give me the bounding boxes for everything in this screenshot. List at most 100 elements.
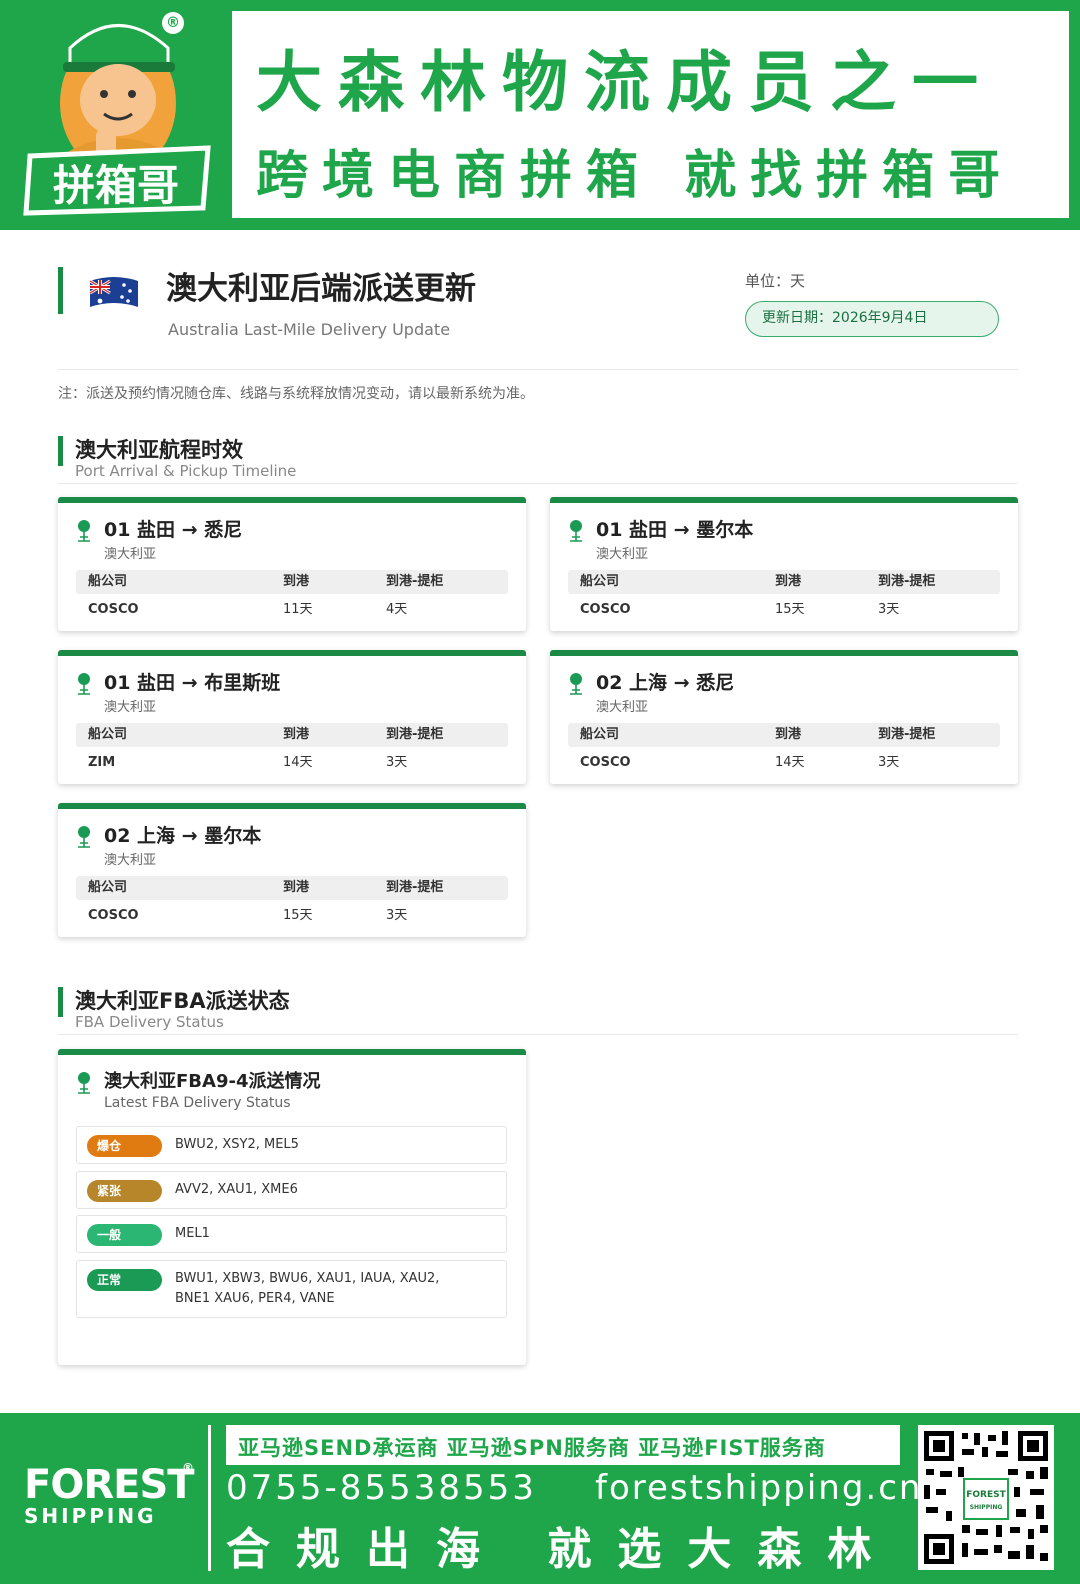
route-title: 01 盐田 → 悉尼 (104, 519, 243, 541)
cell-arrival: 11天 (283, 602, 313, 617)
warehouse-codes: BWU1, XBW3, BWU6, XAU1, IAUA, XAU2, BNE1… (175, 1271, 440, 1306)
table-row: COSCO 15天 3天 (76, 904, 508, 930)
section-title-timeline: 澳大利亚航程时效 (75, 438, 243, 462)
logo-registered-mark: ® (182, 1461, 194, 1475)
footer-separator (208, 1425, 211, 1571)
footer-slogan: 合规出海 就选大森林 (226, 1524, 898, 1575)
header-pickup: 到港-提柜 (386, 727, 444, 742)
divider (58, 483, 1018, 484)
header-carrier: 船公司 (580, 574, 620, 589)
logo-forest-text: FOREST (24, 1462, 195, 1508)
unit-label: 单位：天 (745, 272, 806, 290)
header-pickup: 到港-提柜 (386, 574, 444, 589)
section-subtitle-fba: FBA Delivery Status (75, 1013, 224, 1031)
route-country: 澳大利亚 (596, 547, 649, 562)
location-pin-icon (570, 520, 582, 542)
mascot-logo-icon: 拼箱哥 (23, 24, 211, 216)
warehouse-codes: BWU2, XSY2, MEL5 (175, 1137, 299, 1152)
fba-card-subtitle: Latest FBA Delivery Status (104, 1095, 291, 1111)
route-card: 01 盐田 → 布里斯班 澳大利亚 船公司 到港 到港-提柜 ZIM 14天 3… (58, 650, 526, 784)
table-header: 船公司 到港 到港-提柜 (76, 876, 508, 900)
route-country: 澳大利亚 (596, 700, 649, 715)
fba-card-title: 澳大利亚FBA9-4派送情况 (104, 1071, 321, 1092)
page-title: 澳大利亚后端派送更新 (166, 271, 476, 307)
section-accent-bar (58, 987, 63, 1017)
banner-panel: 大森林物流成员之一 跨境电商拼箱 就找拼箱哥 (228, 7, 1073, 222)
phone-number[interactable]: 0755-85538553 (226, 1468, 537, 1508)
services-text: 亚马逊SEND承运商 亚马逊SPN服务商 亚马逊FIST服务商 (238, 1436, 826, 1460)
section-subtitle-timeline: Port Arrival & Pickup Timeline (75, 462, 297, 480)
cell-pickup: 3天 (878, 602, 900, 617)
status-badge: 一般 (87, 1224, 162, 1246)
header-arrival: 到港 (283, 727, 310, 742)
svg-text:SHIPPING: SHIPPING (970, 1504, 1003, 1511)
qr-code-icon[interactable]: FOREST SHIPPING (918, 1425, 1054, 1570)
header-arrival: 到港 (775, 727, 802, 742)
header-arrival: 到港 (283, 574, 310, 589)
top-banner: 拼箱哥 ® 大森林物流成员之一 跨境电商拼箱 就找拼箱哥 (0, 0, 1080, 230)
cell-arrival: 15天 (775, 602, 805, 617)
services-banner: 亚马逊SEND承运商 亚马逊SPN服务商 亚马逊FIST服务商 (226, 1425, 900, 1465)
route-card: 02 上海 → 墨尔本 澳大利亚 船公司 到港 到港-提柜 COSCO 15天 … (58, 803, 526, 937)
title-accent-bar (58, 267, 63, 314)
route-title: 02 上海 → 悉尼 (596, 672, 735, 694)
header-arrival: 到港 (283, 880, 310, 895)
website-link[interactable]: forestshipping.cn (595, 1468, 922, 1508)
cell-pickup: 3天 (386, 908, 408, 923)
section-title-fba: 澳大利亚FBA派送状态 (75, 989, 290, 1013)
route-country: 澳大利亚 (104, 853, 157, 868)
table-header: 船公司 到港 到港-提柜 (76, 570, 508, 594)
australia-flag-icon (89, 277, 138, 307)
route-card: 02 上海 → 悉尼 澳大利亚 船公司 到港 到港-提柜 COSCO 14天 3… (550, 650, 1018, 784)
banner-headline: 大森林物流成员之一 (256, 44, 994, 121)
update-date-badge: 更新日期：2026年9月4日 (745, 301, 999, 337)
location-pin-icon (78, 1072, 90, 1094)
registered-mark: ® (162, 12, 184, 34)
cell-pickup: 3天 (878, 755, 900, 770)
location-pin-icon (78, 826, 90, 848)
fba-status-row: 紧张 AVV2, XAU1, XME6 (76, 1171, 507, 1209)
route-card: 01 盐田 → 悉尼 澳大利亚 船公司 到港 到港-提柜 COSCO 11天 4… (58, 497, 526, 631)
cell-pickup: 4天 (386, 602, 408, 617)
status-badge: 正常 (87, 1269, 162, 1291)
cell-arrival: 14天 (283, 755, 313, 770)
table-row: COSCO 14天 3天 (568, 751, 1000, 777)
location-pin-icon (78, 673, 90, 695)
fba-status-row: 爆仓 BWU2, XSY2, MEL5 (76, 1126, 507, 1164)
page-subtitle: Australia Last-Mile Delivery Update (168, 320, 451, 339)
route-title: 02 上海 → 墨尔本 (104, 825, 262, 847)
location-pin-icon (78, 520, 90, 542)
disclaimer-note: 注：派送及预约情况随仓库、线路与系统释放情况变动，请以最新系统为准。 (58, 386, 534, 402)
svg-text:拼箱哥: 拼箱哥 (53, 161, 179, 210)
route-title: 01 盐田 → 布里斯班 (104, 672, 281, 694)
fba-status-row: 正常 BWU1, XBW3, BWU6, XAU1, IAUA, XAU2, B… (76, 1260, 507, 1318)
route-country: 澳大利亚 (104, 700, 157, 715)
cell-arrival: 15天 (283, 908, 313, 923)
cell-carrier: COSCO (88, 602, 139, 617)
cell-carrier: ZIM (88, 755, 116, 770)
status-badge: 爆仓 (87, 1135, 162, 1157)
banner-tagline: 跨境电商拼箱 就找拼箱哥 (256, 146, 1015, 206)
route-country: 澳大利亚 (104, 547, 157, 562)
header-carrier: 船公司 (88, 574, 128, 589)
footer: FOREST SHIPPING ® 亚马逊SEND承运商 亚马逊SPN服务商 亚… (0, 1413, 1080, 1584)
table-header: 船公司 到港 到港-提柜 (568, 570, 1000, 594)
divider (58, 369, 1018, 370)
logo-shipping-text: SHIPPING (24, 1504, 157, 1528)
header-arrival: 到港 (775, 574, 802, 589)
svg-text:FOREST: FOREST (966, 1490, 1006, 1500)
cell-carrier: COSCO (580, 755, 631, 770)
section-accent-bar (58, 436, 63, 466)
table-row: COSCO 11天 4天 (76, 598, 508, 624)
route-title: 01 盐田 → 墨尔本 (596, 519, 754, 541)
header-pickup: 到港-提柜 (878, 574, 936, 589)
cell-pickup: 3天 (386, 755, 408, 770)
warehouse-codes: MEL1 (175, 1226, 210, 1241)
table-header: 船公司 到港 到港-提柜 (76, 723, 508, 747)
table-row: ZIM 14天 3天 (76, 751, 508, 777)
header-carrier: 船公司 (88, 727, 128, 742)
header-carrier: 船公司 (580, 727, 620, 742)
status-badge: 紧张 (87, 1180, 162, 1202)
forest-shipping-logo: FOREST SHIPPING ® (24, 1461, 195, 1528)
route-card: 01 盐田 → 墨尔本 澳大利亚 船公司 到港 到港-提柜 COSCO 15天 … (550, 497, 1018, 631)
